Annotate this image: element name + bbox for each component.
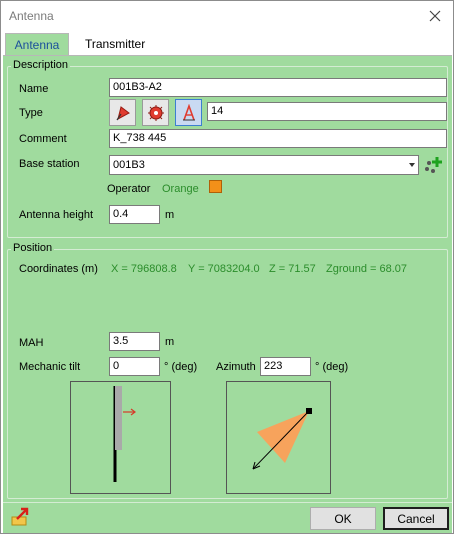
coordinate-zground: Zground = 68.07 [326, 263, 408, 275]
tilt-diagram-graphic [113, 386, 136, 482]
coordinates-label: Coordinates (m) [19, 263, 98, 275]
export-icon [11, 507, 29, 526]
mechanic-tilt-unit: ° (deg) [164, 361, 198, 373]
base-station-select[interactable]: 001B3 [109, 155, 419, 175]
title-bar: Antenna [1, 1, 453, 31]
comment-field[interactable]: K_738 445 [109, 129, 447, 148]
footer-divider [3, 502, 452, 503]
coordinate-z: Z = 71.57 [269, 263, 316, 275]
antenna-height-label: Antenna height [19, 209, 94, 221]
close-icon [429, 10, 441, 22]
operator-value: Orange [162, 183, 199, 195]
sector-antenna-button[interactable] [175, 99, 202, 126]
antenna-tab-panel: Description Name 001B3-A2 Type 14 Commen… [3, 55, 452, 533]
antenna-height-unit: m [165, 209, 175, 221]
description-legend: Description [11, 59, 71, 71]
directional-antenna-icon [116, 105, 130, 120]
export-button[interactable] [9, 506, 33, 528]
sector-antenna-icon [182, 103, 195, 120]
mah-unit: m [165, 336, 175, 348]
directional-antenna-button[interactable] [109, 99, 136, 126]
add-station-icon [425, 157, 442, 173]
base-station-value: 001B3 [113, 159, 145, 171]
add-base-station-button[interactable] [423, 155, 445, 176]
type-label: Type [19, 107, 43, 119]
position-legend: Position [11, 242, 55, 254]
base-station-label: Base station [19, 158, 80, 170]
chevron-down-icon [409, 163, 415, 167]
operator-label: Operator [107, 183, 151, 195]
azimuth-label: Azimuth [216, 361, 256, 373]
coordinate-y: Y = 7083204.0 [188, 263, 260, 275]
azimuth-diagram [226, 381, 331, 494]
azimuth-unit: ° (deg) [315, 361, 349, 373]
operator-color-swatch[interactable] [209, 180, 222, 193]
window-title: Antenna [9, 9, 54, 23]
omni-antenna-button[interactable] [142, 99, 169, 126]
comment-label: Comment [19, 133, 67, 145]
ok-button[interactable]: OK [310, 507, 376, 530]
azimuth-field[interactable]: 223 [260, 357, 311, 376]
tab-strip: Antenna Transmitter [3, 33, 453, 55]
type-field[interactable]: 14 [207, 102, 447, 121]
tab-antenna[interactable]: Antenna [5, 33, 69, 55]
mah-label: MAH [19, 337, 44, 349]
close-button[interactable] [421, 3, 449, 29]
coordinate-x: X = 796808.8 [111, 263, 177, 275]
name-label: Name [19, 83, 49, 95]
tab-transmitter[interactable]: Transmitter [75, 33, 155, 55]
azimuth-diagram-graphic [252, 408, 312, 470]
antenna-height-field[interactable]: 0.4 [109, 205, 160, 224]
tilt-diagram [70, 381, 171, 494]
mechanic-tilt-field[interactable]: 0 [109, 357, 160, 376]
cancel-button[interactable]: Cancel [383, 507, 449, 530]
mah-field[interactable]: 3.5 [109, 332, 160, 351]
antenna-dialog: Antenna Antenna Transmitter Description … [0, 0, 454, 534]
omni-antenna-icon [147, 104, 164, 121]
mechanic-tilt-label: Mechanic tilt [19, 361, 81, 373]
name-field[interactable]: 001B3-A2 [109, 78, 447, 97]
